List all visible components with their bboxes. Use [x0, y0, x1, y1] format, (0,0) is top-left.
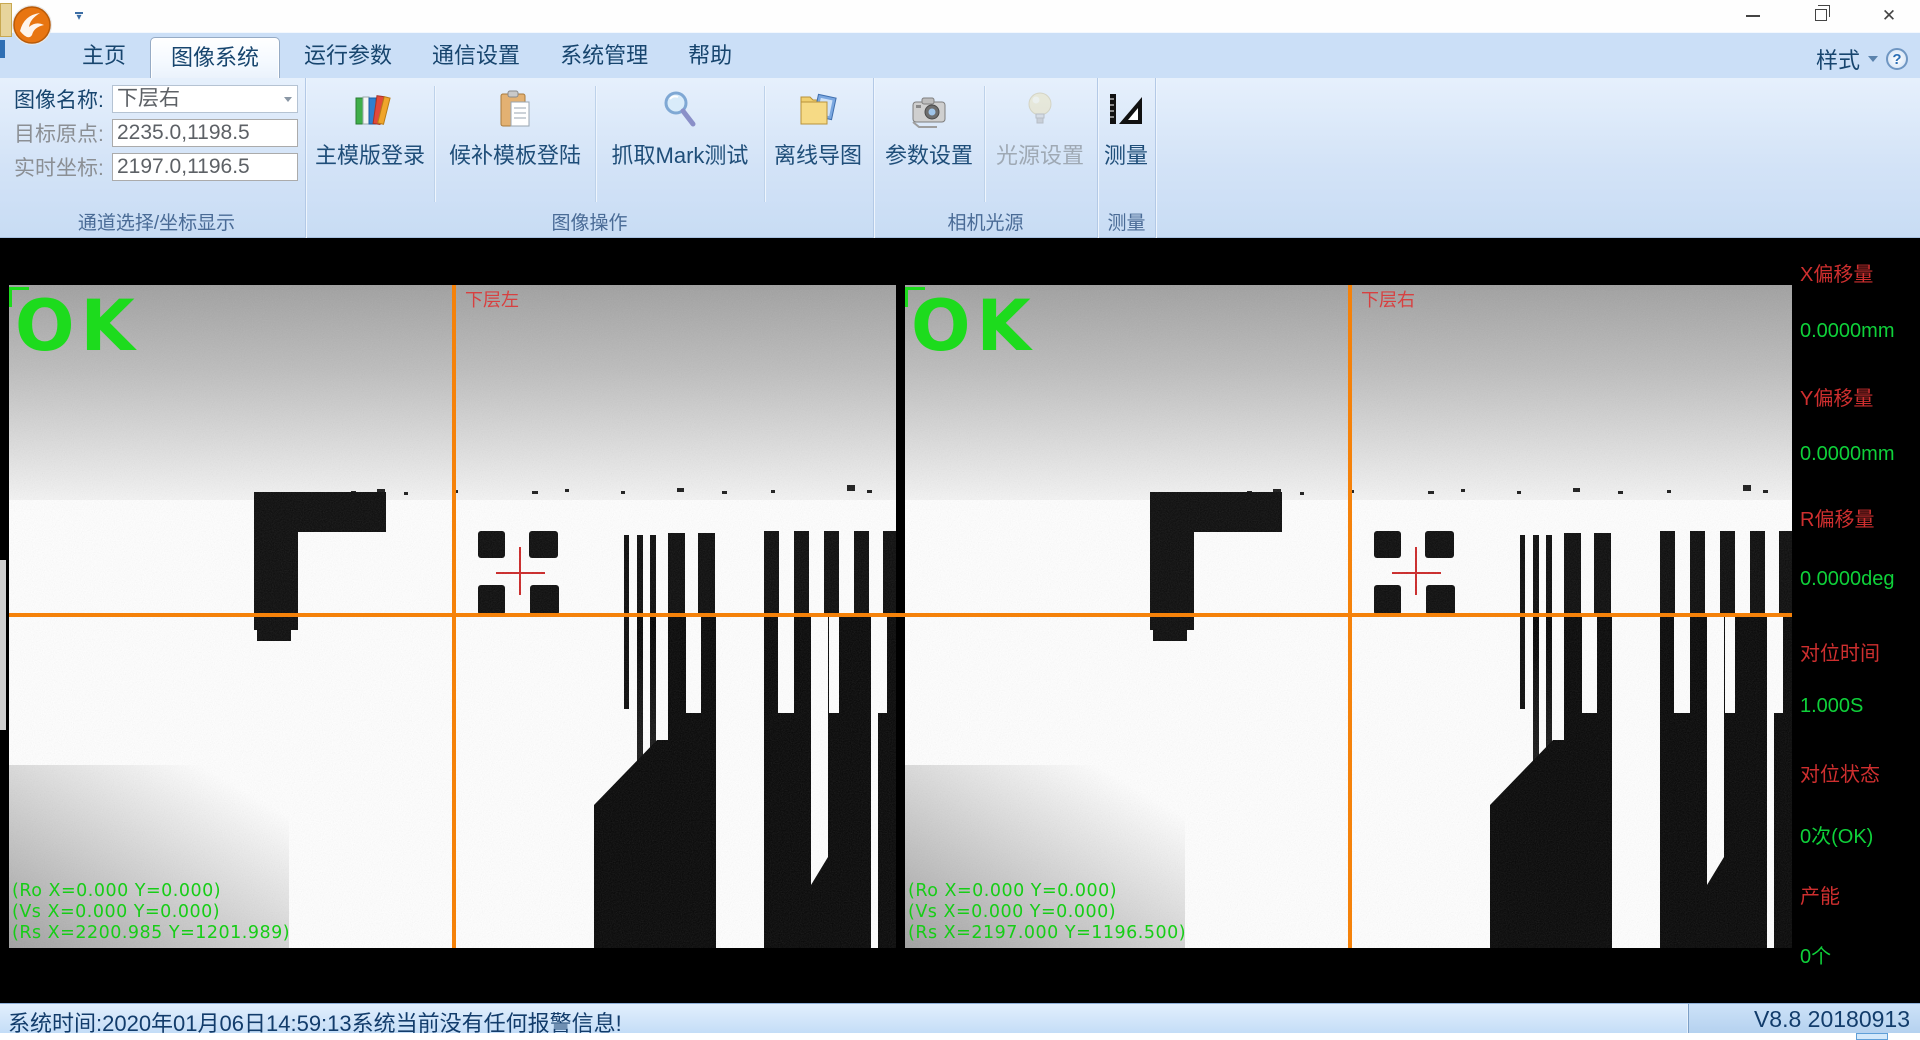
- grab-mark-test-button[interactable]: 抓取Mark测试: [596, 80, 764, 208]
- group-channel-coords: 图像名称: 下层右 目标原点: 2235.0,1198.5 实时坐标: 2197…: [8, 78, 306, 238]
- measure-button[interactable]: 测量: [1098, 80, 1154, 208]
- tab-home[interactable]: 主页: [62, 33, 146, 79]
- quick-access-customize-arrow[interactable]: ▾: [72, 12, 86, 24]
- target-origin-value[interactable]: 2235.0,1198.5: [112, 119, 298, 147]
- telemetry-readout: (Ro X=0.000 Y=0.000) (Vs X=0.000 Y=0.000…: [12, 881, 291, 943]
- tab-comm-settings[interactable]: 通信设置: [412, 33, 540, 79]
- close-button[interactable]: ✕: [1876, 4, 1902, 28]
- magnifier-icon: [664, 91, 696, 127]
- camera-label: 下层右: [1361, 290, 1415, 310]
- measurement-column: X偏移量 0.0000mm Y偏移量 0.0000mm R偏移量 0.0000d…: [1796, 238, 1920, 1003]
- r-offset-label: R偏移量: [1800, 509, 1875, 531]
- minimize-button[interactable]: [1740, 4, 1766, 28]
- align-time-label: 对位时间: [1800, 643, 1880, 665]
- x-offset-value: 0.0000mm: [1800, 320, 1895, 342]
- version-box: V8.8 20180913: [1688, 1004, 1920, 1034]
- desktop-strip: [0, 1033, 1920, 1040]
- menu-bar: 主页 图像系统 运行参数 通信设置 系统管理 帮助 样式 ?: [0, 32, 1920, 79]
- align-time-value: 1.000S: [1800, 695, 1864, 717]
- target-origin-label: 目标原点:: [14, 123, 104, 146]
- group-caption-image-ops: 图像操作: [551, 213, 628, 234]
- books-icon: [355, 95, 391, 125]
- app-logo-icon: [12, 5, 52, 45]
- help-icon[interactable]: ?: [1886, 48, 1908, 70]
- result-ok-text: OK: [911, 285, 1037, 367]
- vision-canvas: OK 下层左 (Ro X=0.000 Y=0.000) (Vs X=0.000 …: [0, 238, 1920, 1003]
- offline-map-button[interactable]: 离线导图: [765, 80, 871, 208]
- image-edge-sliver: [0, 560, 6, 730]
- clipboard-icon: [500, 90, 530, 127]
- align-state-value: 0次(OK): [1800, 826, 1874, 848]
- ribbon: 图像名称: 下层右 目标原点: 2235.0,1198.5 实时坐标: 2197…: [0, 78, 1920, 238]
- tab-image-system[interactable]: 图像系统: [150, 37, 281, 79]
- group-image-ops: 主模版登录 候补模板登陆 抓取Mark测试 离线导图 图像操作: [306, 78, 874, 238]
- capacity-label: 产能: [1800, 886, 1840, 908]
- title-bar: ✕: [0, 0, 1920, 37]
- set-square-icon: [1110, 94, 1142, 124]
- group-camera-light: 参数设置 光源设置 相机光源: [874, 78, 1098, 238]
- group-caption-channel: 通道选择/坐标显示: [77, 213, 236, 234]
- tab-help[interactable]: 帮助: [668, 33, 752, 79]
- tab-run-params[interactable]: 运行参数: [284, 33, 412, 79]
- r-offset-value: 0.0000deg: [1800, 568, 1895, 590]
- style-menu[interactable]: 样式: [1816, 43, 1860, 75]
- folder-image-icon: [800, 93, 837, 125]
- status-bar: 系统时间:2020年01月06日14:59:13系统当前没有任何报警信息! V8…: [0, 1003, 1920, 1036]
- y-offset-label: Y偏移量: [1800, 388, 1874, 410]
- desktop-edge-artifact-2: [0, 40, 5, 58]
- camera-label: 下层左: [465, 290, 519, 310]
- result-ok-text: OK: [15, 285, 141, 367]
- backup-template-login-button[interactable]: 候补模板登陆: [435, 80, 595, 208]
- light-settings-button[interactable]: 光源设置: [985, 80, 1095, 208]
- y-offset-value: 0.0000mm: [1800, 443, 1895, 465]
- realtime-coord-label: 实时坐标:: [14, 157, 104, 180]
- telemetry-readout: (Ro X=0.000 Y=0.000) (Vs X=0.000 Y=0.000…: [908, 881, 1187, 943]
- camera-icon: [912, 97, 946, 128]
- restore-button[interactable]: [1808, 4, 1834, 28]
- chevron-down-icon[interactable]: [1868, 56, 1878, 62]
- image-name-dropdown[interactable]: 下层右: [112, 85, 298, 113]
- x-offset-label: X偏移量: [1800, 264, 1874, 286]
- image-name-label: 图像名称:: [14, 89, 104, 112]
- taskbar-peek-box: [1856, 1033, 1888, 1040]
- bulb-icon: [1028, 92, 1052, 124]
- capacity-value: 0个: [1800, 946, 1832, 968]
- param-settings-button[interactable]: 参数设置: [874, 80, 984, 208]
- group-caption-camera-light: 相机光源: [947, 213, 1024, 234]
- realtime-coord-value[interactable]: 2197.0,1196.5: [112, 153, 298, 181]
- version-text: V8.8 20180913: [1753, 1006, 1910, 1032]
- align-state-label: 对位状态: [1800, 764, 1880, 786]
- tab-system-mgmt[interactable]: 系统管理: [540, 33, 668, 79]
- group-caption-measure: 测量: [1107, 213, 1146, 234]
- group-measure: 测量 测量: [1098, 78, 1156, 238]
- dropdown-arrow-icon: [284, 97, 292, 102]
- master-template-login-button[interactable]: 主模版登录: [306, 80, 434, 208]
- crosshair-horizontal-line: [9, 613, 1792, 617]
